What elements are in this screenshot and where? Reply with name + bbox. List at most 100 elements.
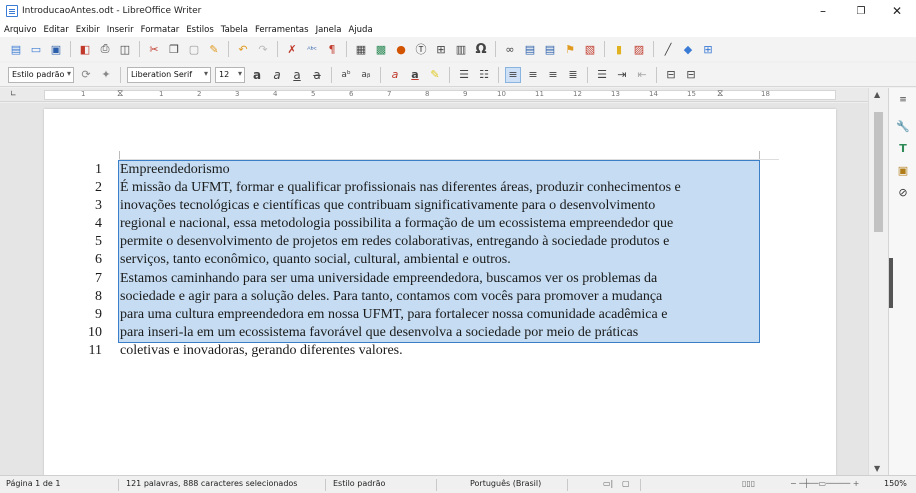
line-text[interactable]: serviços, tanto econômico, quanto social… xyxy=(120,251,511,269)
comment-icon[interactable]: ▮ xyxy=(611,41,627,57)
template-icon[interactable]: ▭ xyxy=(28,41,44,57)
text-line[interactable]: 7 Estamos caminhando para ser uma univers… xyxy=(44,270,836,288)
numbered-list-icon[interactable]: ☷ xyxy=(476,67,492,83)
new-doc-icon[interactable]: ▤ xyxy=(8,41,24,57)
line-text[interactable]: Estamos caminhando para ser uma universi… xyxy=(120,270,657,288)
font-size-dropdown[interactable]: 12 xyxy=(215,66,245,83)
page-style[interactable]: Estilo padrão xyxy=(333,479,385,488)
word-count[interactable]: 121 palavras, 888 caracteres selecionado… xyxy=(126,479,297,488)
line-text[interactable]: Empreendedorismo xyxy=(120,161,230,179)
textbox-icon[interactable]: Ⓣ xyxy=(413,41,429,57)
pdf-icon[interactable]: ◧ xyxy=(77,41,93,57)
text-line[interactable]: 3 inovações tecnológicas e científicas qu… xyxy=(44,197,836,215)
text-line[interactable]: 10 para inseri-la em um ecossistema favor… xyxy=(44,324,836,342)
decrease-indent-icon[interactable]: ⇤ xyxy=(634,67,650,83)
special-char-icon[interactable]: Ω xyxy=(473,41,489,57)
track-changes-icon[interactable]: ▨ xyxy=(631,41,647,57)
document-page[interactable]: 1 Empreendedorismo 2 É missão da UFMT, for… xyxy=(44,109,836,475)
text-line[interactable]: 6 serviços, tanto econômico, quanto socia… xyxy=(44,251,836,269)
sidebar-collapse-handle[interactable] xyxy=(889,258,893,308)
scrollbar-thumb[interactable] xyxy=(874,112,883,232)
table-icon[interactable]: ▦ xyxy=(353,41,369,57)
menu-inserir[interactable]: Inserir xyxy=(107,25,134,35)
line-text[interactable]: inovações tecnológicas e científicas que… xyxy=(120,197,655,215)
horizontal-ruler[interactable]: ∟ 1 ⧖ 1 2 3 4 5 6 7 8 9 10 11 12 13 14 1… xyxy=(0,88,868,102)
field-icon[interactable]: ▥ xyxy=(453,41,469,57)
sidebar-menu-icon[interactable]: ≡ xyxy=(894,92,912,108)
draw-functions-icon[interactable]: ⊞ xyxy=(700,41,716,57)
left-indent-marker[interactable]: ⧖ xyxy=(117,89,123,99)
tab-type-icon[interactable]: ∟ xyxy=(10,89,17,98)
font-name-dropdown[interactable]: Liberation Serif xyxy=(127,66,211,83)
gallery-icon[interactable]: ▣ xyxy=(894,162,912,178)
menu-editar[interactable]: Editar xyxy=(44,25,69,35)
text-line[interactable]: 2 É missão da UFMT, formar e qualificar p… xyxy=(44,179,836,197)
text-line[interactable]: 5 permite o desenvolvimento de projetos e… xyxy=(44,233,836,251)
menu-formatar[interactable]: Formatar xyxy=(141,25,180,35)
new-style-icon[interactable]: ✦ xyxy=(98,67,114,83)
chart-icon[interactable]: ● xyxy=(393,41,409,57)
strikethrough-icon[interactable]: a xyxy=(309,67,325,83)
spellcheck-icon[interactable]: ᴬᵇᶜ xyxy=(304,41,320,57)
zoom-level[interactable]: 150% xyxy=(884,479,907,488)
align-right-icon[interactable]: ≡ xyxy=(545,67,561,83)
line-text[interactable]: permite o desenvolvimento de projetos em… xyxy=(120,233,669,251)
undo-icon[interactable]: ↶ xyxy=(235,41,251,57)
styles-icon[interactable]: T xyxy=(894,140,912,156)
italic-icon[interactable]: a xyxy=(269,67,285,83)
update-style-icon[interactable]: ⟳ xyxy=(78,67,94,83)
insert-mode-icon[interactable]: ▭| xyxy=(603,479,613,488)
menu-ajuda[interactable]: Ajuda xyxy=(348,25,372,35)
shapes-icon[interactable]: ◆ xyxy=(680,41,696,57)
page-count[interactable]: Página 1 de 1 xyxy=(6,479,60,488)
cross-ref-icon[interactable]: ▧ xyxy=(582,41,598,57)
menu-ferramentas[interactable]: Ferramentas xyxy=(255,25,309,35)
line-text[interactable]: para uma cultura empreendedora em nossa … xyxy=(120,306,667,324)
text-line[interactable]: 1 Empreendedorismo xyxy=(44,161,836,179)
vertical-scrollbar[interactable]: ▲ ▼ xyxy=(868,88,888,475)
subscript-icon[interactable]: aᵦ xyxy=(358,67,374,83)
bookmark-icon[interactable]: ⚑ xyxy=(562,41,578,57)
footnote-icon[interactable]: ▤ xyxy=(522,41,538,57)
text-line[interactable]: 11 coletivas e inovadoras, gerando difere… xyxy=(44,342,836,360)
clear-formatting-icon[interactable]: a xyxy=(387,67,403,83)
print-preview-icon[interactable]: ◫ xyxy=(117,41,133,57)
line-text[interactable]: É missão da UFMT, formar e qualificar pr… xyxy=(120,179,681,197)
copy-icon[interactable]: ❐ xyxy=(166,41,182,57)
line-text[interactable]: regional e nacional, essa metodologia po… xyxy=(120,215,673,233)
line-spacing-icon[interactable]: ☰ xyxy=(594,67,610,83)
highlight-icon[interactable]: ✎ xyxy=(427,67,443,83)
navigator-icon[interactable]: ⊘ xyxy=(894,184,912,200)
menu-estilos[interactable]: Estilos xyxy=(186,25,213,35)
paragraph-style-dropdown[interactable]: Estilo padrão xyxy=(8,66,74,83)
increase-indent-icon[interactable]: ⇥ xyxy=(614,67,630,83)
line-text[interactable]: coletivas e inovadoras, gerando diferent… xyxy=(120,342,403,360)
maximize-button[interactable]: ❐ xyxy=(842,0,880,22)
formatting-marks-icon[interactable]: ¶ xyxy=(324,41,340,57)
view-layout-icon[interactable]: ▯▯▯ xyxy=(742,479,755,488)
zoom-slider[interactable]: − ─┼──▭───── + xyxy=(790,479,859,488)
menu-janela[interactable]: Janela xyxy=(316,25,342,35)
outdent-icon[interactable]: ⊟ xyxy=(683,67,699,83)
selection-mode-icon[interactable]: ▢ xyxy=(622,479,630,488)
superscript-icon[interactable]: aᵇ xyxy=(338,67,354,83)
align-center-icon[interactable]: ≡ xyxy=(525,67,541,83)
scroll-down-icon[interactable]: ▼ xyxy=(874,464,880,473)
paste-icon[interactable]: ▢ xyxy=(186,41,202,57)
close-button[interactable]: ✕ xyxy=(878,0,916,22)
right-indent-marker[interactable]: ⧖ xyxy=(717,89,723,99)
menu-tabela[interactable]: Tabela xyxy=(221,25,248,35)
endnote-icon[interactable]: ▤ xyxy=(542,41,558,57)
minimize-button[interactable]: – xyxy=(804,0,842,22)
page-break-icon[interactable]: ⊞ xyxy=(433,41,449,57)
save-icon[interactable]: ▣ xyxy=(48,41,64,57)
line-text[interactable]: sociedade e agir para a solução deles. P… xyxy=(120,288,662,306)
text-line[interactable]: 9 para uma cultura empreendedora em nossa… xyxy=(44,306,836,324)
document-body[interactable]: 1 Empreendedorismo 2 É missão da UFMT, for… xyxy=(44,161,836,360)
properties-icon[interactable]: 🔧 xyxy=(894,118,912,134)
text-line[interactable]: 4 regional e nacional, essa metodologia p… xyxy=(44,215,836,233)
font-color-icon[interactable]: a xyxy=(407,67,423,83)
bullet-list-icon[interactable]: ☰ xyxy=(456,67,472,83)
find-icon[interactable]: ✗ xyxy=(284,41,300,57)
align-left-icon[interactable]: ≡ xyxy=(505,66,521,83)
